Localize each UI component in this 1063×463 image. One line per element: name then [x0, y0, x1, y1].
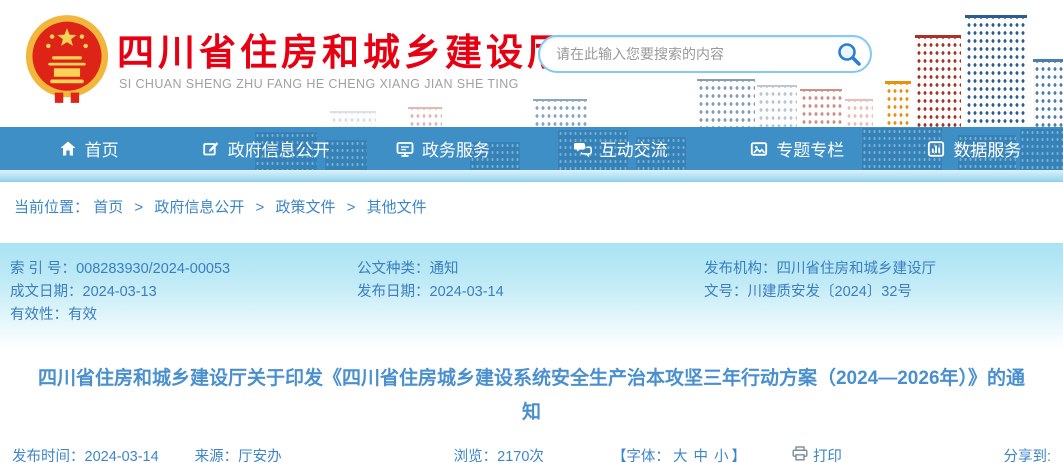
- nav-item-gov-info[interactable]: 政府信息公开: [177, 127, 354, 170]
- meta-value: 008283930/2024-00053: [76, 261, 230, 277]
- meta-label: 成文日期：: [10, 284, 83, 300]
- meta-value: 四川省住房和城乡建设厅: [777, 261, 937, 277]
- nav-item-label: 政务服务: [422, 136, 490, 161]
- font-control-open: 【字体：: [612, 449, 670, 463]
- publish-time-value: 2024-03-14: [85, 449, 159, 463]
- printer-icon: [792, 446, 808, 463]
- building-orange: [885, 81, 911, 127]
- meta-label: 发布机构：: [704, 261, 777, 277]
- search-icon[interactable]: [836, 41, 862, 67]
- info-bar: 发布时间：2024-03-14 来源：厅安办 浏览：2170次 【字体：大中小】…: [0, 437, 1063, 463]
- view-count: 浏览：2170次: [454, 445, 544, 463]
- search-input[interactable]: [556, 46, 836, 62]
- meta-label: 索 引 号：: [10, 261, 76, 277]
- breadcrumb-separator: >: [347, 199, 356, 216]
- publish-time: 发布时间：2024-03-14: [12, 445, 159, 463]
- national-emblem-icon: [25, 14, 109, 104]
- nav-item-data-services[interactable]: 数据服务: [886, 127, 1063, 170]
- meta-label: 发布日期：: [357, 284, 430, 300]
- meta-field-doc-number: 文号：川建质安发〔2024〕32号: [704, 281, 1053, 304]
- font-size-large-button[interactable]: 大: [673, 449, 688, 463]
- print-label: 打印: [813, 445, 842, 463]
- breadcrumb: 当前位置： 首页 > 政府信息公开 > 政策文件 > 其他文件: [0, 182, 1063, 226]
- meta-field-validity: 有效性：有效: [10, 304, 357, 327]
- meta-field-publish-date: 发布日期：2024-03-14: [357, 281, 704, 304]
- document-title: 四川省住房和城乡建设厅关于印发《四川省住房城乡建设系统安全生产治本攻坚三年行动方…: [36, 362, 1027, 430]
- meta-field-doc-type: 公文种类：通知: [357, 258, 704, 281]
- chat-icon: [573, 140, 592, 158]
- building-faint-small-1: [330, 111, 376, 127]
- meta-value: 通知: [430, 261, 459, 277]
- font-control-close: 】: [731, 449, 746, 463]
- breadcrumb-separator: >: [256, 199, 265, 216]
- breadcrumb-item-policy-files[interactable]: 政策文件: [275, 199, 335, 216]
- meta-label: 公文种类：: [357, 261, 430, 277]
- nav-item-special-topics[interactable]: 专题专栏: [709, 127, 886, 170]
- source: 来源：厅安办: [195, 445, 282, 463]
- search-box: [538, 35, 872, 73]
- meta-field-index: 索 引 号：008283930/2024-00053: [10, 258, 357, 281]
- nav-item-home[interactable]: 首页: [0, 127, 177, 170]
- publish-time-label: 发布时间：: [12, 449, 85, 463]
- share-button[interactable]: 分享到:: [1003, 445, 1051, 463]
- meta-column-3: 发布机构：四川省住房和城乡建设厅 文号：川建质安发〔2024〕32号: [704, 258, 1053, 327]
- view-count-label: 浏览：: [454, 449, 498, 463]
- meta-field-written-date: 成文日期：2024-03-13: [10, 281, 357, 304]
- meta-value: 2024-03-14: [430, 284, 504, 300]
- home-icon: [59, 140, 77, 157]
- font-size-medium-button[interactable]: 中: [693, 449, 708, 463]
- view-count-value: 2170次: [497, 449, 544, 463]
- meta-value: 有效: [68, 307, 97, 323]
- meta-field-issuing-agency: 发布机构：四川省住房和城乡建设厅: [704, 258, 1053, 281]
- meta-column-1: 索 引 号：008283930/2024-00053 成文日期：2024-03-…: [10, 258, 357, 327]
- site-title: 四川省住房和城乡建设厅: [117, 22, 568, 76]
- gallery-icon: [750, 140, 768, 158]
- building-faint-blue: [533, 99, 587, 127]
- nav-item-label: 互动交流: [600, 136, 668, 161]
- breadcrumb-separator: >: [134, 199, 143, 216]
- building-faint-navy: [697, 79, 755, 127]
- main-nav: 首页 政府信息公开 政务服务 互动交流 专题专栏 数据服务: [0, 127, 1063, 170]
- print-button[interactable]: 打印: [792, 445, 842, 463]
- font-size-small-button[interactable]: 小: [714, 449, 729, 463]
- breadcrumb-label: 当前位置：: [14, 199, 89, 216]
- building-steel: [1033, 59, 1063, 127]
- source-value: 厅安办: [238, 449, 282, 463]
- nav-item-services[interactable]: 政务服务: [354, 127, 531, 170]
- building-faint-pink: [845, 99, 873, 127]
- meta-label: 文号：: [704, 284, 748, 300]
- nav-item-interaction[interactable]: 互动交流: [532, 127, 709, 170]
- meta-column-2: 公文种类：通知 发布日期：2024-03-14: [357, 258, 704, 327]
- data-icon: [927, 140, 945, 158]
- nav-item-label: 首页: [85, 136, 119, 161]
- building-faint-maroon: [800, 89, 842, 127]
- doc-meta-panel: 索 引 号：008283930/2024-00053 成文日期：2024-03-…: [0, 243, 1063, 353]
- building-faint-small-2: [408, 107, 442, 127]
- building-maroon: [915, 35, 961, 127]
- meta-value: 2024-03-13: [83, 284, 157, 300]
- site-header: 四川省住房和城乡建设厅 SI CHUAN SHENG ZHU FANG HE C…: [0, 0, 1063, 127]
- nav-item-label: 政府信息公开: [228, 136, 330, 161]
- national-emblem-logo: [25, 14, 109, 104]
- meta-label: 有效性：: [10, 307, 68, 323]
- source-label: 来源：: [195, 449, 239, 463]
- monitor-icon: [396, 140, 414, 158]
- edit-icon: [202, 140, 220, 158]
- font-size-control: 【字体：大中小】: [612, 445, 746, 463]
- building-navy: [965, 15, 1027, 127]
- breadcrumb-item-other-files[interactable]: 其他文件: [367, 199, 427, 216]
- nav-item-label: 数据服务: [953, 136, 1021, 161]
- breadcrumb-item-home[interactable]: 首页: [93, 199, 123, 216]
- breadcrumb-item-gov-info[interactable]: 政府信息公开: [154, 199, 244, 216]
- meta-value: 川建质安发〔2024〕32号: [748, 284, 912, 300]
- building-faint-gray: [757, 85, 797, 127]
- header-bottom-strip: [0, 170, 1063, 182]
- nav-item-label: 专题专栏: [776, 136, 844, 161]
- site-subtitle: SI CHUAN SHENG ZHU FANG HE CHENG XIANG J…: [119, 77, 519, 91]
